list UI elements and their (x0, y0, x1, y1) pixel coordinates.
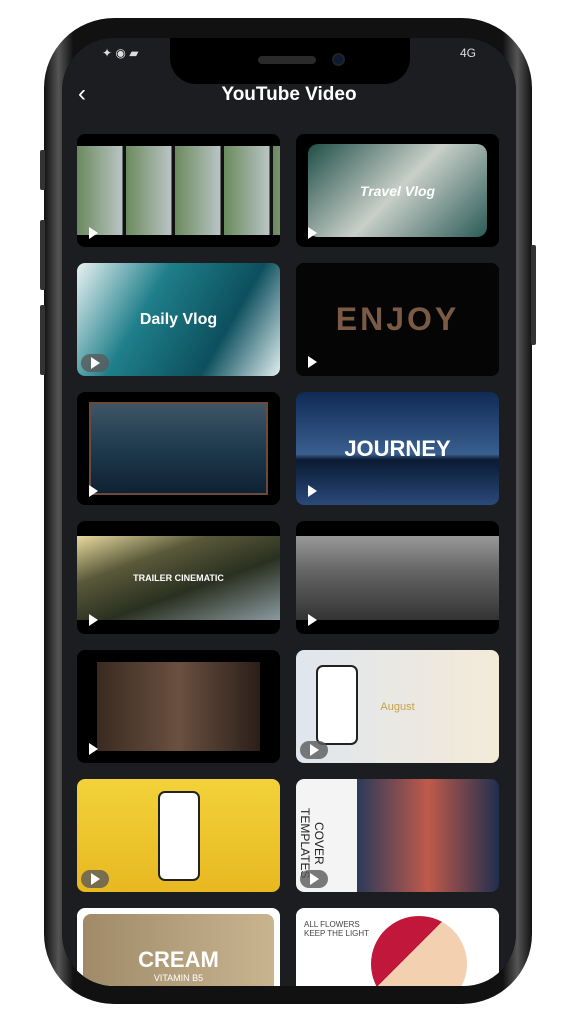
template-caption: TRAILER CINEMATIC (133, 573, 224, 583)
template-card[interactable] (77, 134, 280, 247)
template-caption: August (380, 700, 415, 713)
template-caption: Daily Vlog (139, 310, 218, 328)
template-caption: ALL FLOWERS KEEP THE LIGHT (304, 920, 370, 938)
play-icon (310, 744, 319, 756)
play-icon (308, 356, 317, 368)
template-card[interactable]: CREAM VITAMIN B5 (77, 908, 280, 986)
play-icon (89, 614, 98, 626)
page-title: YouTube Video (221, 84, 357, 105)
play-icon (91, 357, 100, 369)
phone-mockup (157, 790, 200, 881)
template-card[interactable] (77, 779, 280, 892)
play-icon (91, 873, 100, 885)
template-card[interactable] (296, 521, 499, 634)
template-card[interactable] (77, 392, 280, 505)
template-grid: Travel Vlog Daily Vlog ENJOY JOURNEY TRA… (77, 134, 499, 986)
status-icons-left: ✦ ◉ ▰ (102, 46, 139, 60)
play-button[interactable] (300, 741, 328, 759)
play-button[interactable] (300, 870, 328, 888)
template-subcaption: VITAMIN B5 (153, 972, 204, 983)
template-caption: Travel Vlog (359, 182, 436, 199)
play-icon (308, 614, 317, 626)
template-caption: ENJOY (335, 301, 460, 337)
camera (332, 53, 345, 66)
template-card[interactable]: Daily Vlog (77, 263, 280, 376)
template-card[interactable]: ENJOY (296, 263, 499, 376)
play-icon (89, 743, 98, 755)
volume-down-button (40, 305, 45, 375)
template-card[interactable]: August (296, 650, 499, 763)
volume-up-button (40, 220, 45, 290)
template-caption: CREAM (138, 946, 219, 972)
screen: ✦ ◉ ▰ 4G ‹ YouTube Video Travel Vlog Dai… (62, 38, 516, 986)
template-card[interactable]: JOURNEY (296, 392, 499, 505)
power-button (531, 245, 536, 345)
play-button[interactable] (81, 870, 109, 888)
template-card[interactable]: COVER TEMPLATES (296, 779, 499, 892)
play-button[interactable] (81, 354, 109, 372)
play-icon (89, 227, 98, 239)
speaker (258, 56, 316, 64)
phone-mockup (316, 665, 358, 745)
template-card[interactable]: TRAILER CINEMATIC (77, 521, 280, 634)
play-icon (308, 227, 317, 239)
template-card[interactable]: ALL FLOWERS KEEP THE LIGHT (296, 908, 499, 986)
play-icon (89, 485, 98, 497)
play-icon (308, 485, 317, 497)
template-card[interactable] (77, 650, 280, 763)
template-card[interactable]: Travel Vlog (296, 134, 499, 247)
app-header: ‹ YouTube Video (62, 80, 516, 110)
status-network: 4G (459, 46, 476, 60)
play-icon (310, 873, 319, 885)
template-caption: JOURNEY (344, 435, 451, 461)
mute-switch (40, 150, 45, 190)
notch (170, 38, 410, 84)
portrait-image (371, 916, 467, 986)
